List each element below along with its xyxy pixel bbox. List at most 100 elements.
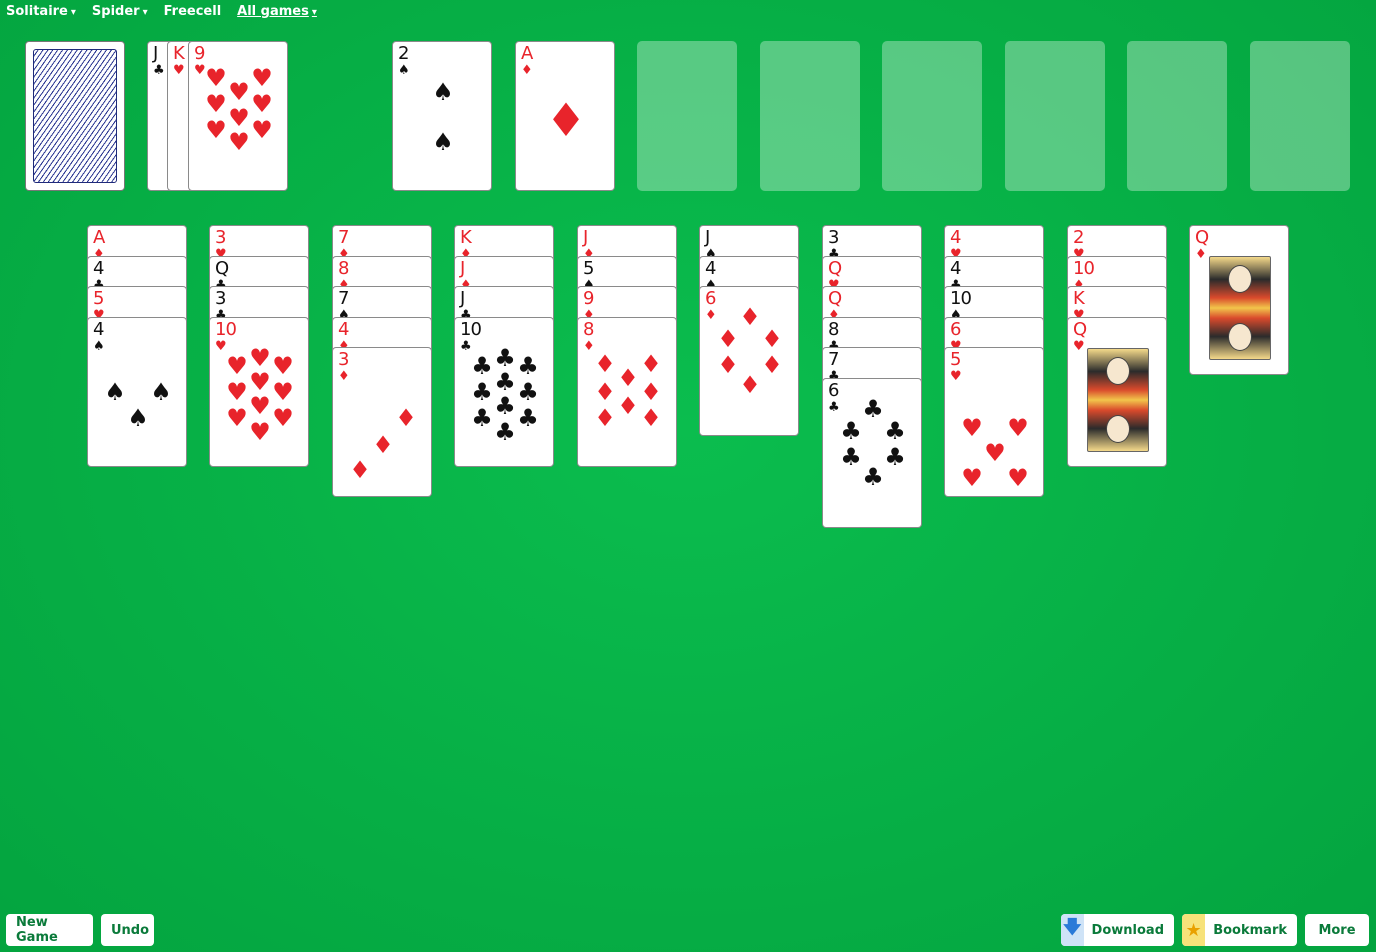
card-rank: Q [1073,318,1087,340]
card-rank: 4 [338,318,349,340]
card-pip: ♦ [594,403,616,432]
card-suit-icon: ♣ [828,399,840,415]
card-pip: ♦ [739,303,761,331]
card-suit-icon: ♥ [194,63,206,78]
face-card-portrait [1087,347,1149,452]
card-pip: ♦ [395,404,417,432]
nav-item-spider[interactable]: Spider ▾ [92,4,148,19]
card-rank: 9 [194,43,205,64]
card-rank: 9 [583,288,594,309]
playing-card[interactable]: 6 ♦ ♦ ♦ ♦ ♦ ♦ ♦ [699,286,799,436]
nav-item-freecell[interactable]: Freecell [164,4,222,19]
card-suit-icon: ♦ [1195,247,1207,262]
playing-card[interactable]: 4 ♠ ♠ ♠ ♠ [87,316,187,467]
card-rank: A [93,227,105,248]
card-rank: A [521,43,533,64]
card-pip: ♣ [471,351,493,380]
empty-foundation-slot[interactable] [760,41,860,191]
playing-card[interactable]: 3 ♦ ♦ ♦ ♦ [332,347,432,497]
card-pip: ♣ [494,343,516,372]
star-icon: ★ [1182,914,1206,946]
card-pip: ♣ [517,403,539,432]
bookmark-label: Bookmark [1213,922,1287,938]
nav-item-solitaire[interactable]: Solitaire ▾ [6,4,76,19]
playing-card[interactable]: 9 ♥ ♥ ♥ ♥ ♥ ♥ ♥ ♥ ♥ ♥ [188,41,288,191]
card-rank: 3 [828,227,839,248]
card-pip: ♠ [150,377,172,406]
card-pip: ♣ [494,367,516,396]
card-pip: ♦ [640,403,662,432]
card-pip: ♣ [862,394,884,423]
playing-card[interactable]: 2 ♠ ♠ ♠ [392,41,492,191]
download-label: Download [1091,922,1164,938]
undo-label: Undo [111,922,150,938]
playing-card[interactable]: 8 ♦ ♦ ♦ ♦ ♦ ♦ ♦ ♦ ♦ [577,316,677,467]
playing-card[interactable]: A ♦ ♦ [515,41,615,191]
download-button[interactable]: 🡇 Download [1061,914,1174,946]
playing-card[interactable]: 10 ♣ ♣ ♣ ♣ ♣ ♣ ♣ ♣ ♣ ♣ ♣ [454,316,554,467]
card-rank: 3 [215,288,226,309]
nav-label: Solitaire [6,4,68,19]
card-rank: 4 [950,257,961,279]
playing-card[interactable]: Q ♥ [1067,316,1167,467]
stock-pile[interactable] [25,41,125,191]
nav-label: Freecell [163,4,222,19]
card-pip: ♥ [249,417,271,446]
card-pip: ♥ [961,414,983,442]
card-rank: 5 [583,257,594,279]
card-rank: 6 [705,288,716,309]
card-pip: ♦ [617,363,639,392]
card-pip: ♦ [761,351,783,379]
card-rank: 7 [338,227,349,248]
bookmark-button[interactable]: ★ Bookmark [1182,914,1297,946]
chevron-down-icon: ▾ [70,7,76,18]
card-suit-icon: ♦ [583,338,595,354]
card-rank: 10 [215,318,237,340]
card-pip: ♠ [432,78,454,106]
card-suit-icon: ♦ [705,308,717,323]
card-pip: ♥ [228,128,250,156]
card-rank: 4 [950,227,961,248]
card-pip: ♣ [471,403,493,432]
card-rank: 10 [950,288,972,309]
card-pip: ♣ [862,462,884,491]
new-game-button[interactable]: New Game [6,914,93,946]
playing-card[interactable]: 6 ♣ ♣ ♣ ♣ ♣ ♣ ♣ [822,377,922,528]
empty-foundation-slot[interactable] [637,41,737,191]
card-rank: 8 [583,318,594,340]
card-suit-icon: ♠ [398,63,410,78]
card-pip: ♦ [372,431,394,459]
card-pip: ♣ [884,416,906,445]
card-pip: ♦ [545,93,587,147]
card-pip: ♥ [205,90,227,118]
empty-foundation-slot[interactable] [882,41,982,191]
card-rank: 4 [93,257,104,279]
more-button[interactable]: More [1305,914,1369,946]
card-pip: ♥ [228,104,250,132]
undo-button[interactable]: Undo [101,914,154,946]
empty-foundation-slot[interactable] [1005,41,1105,191]
nav-item-all-games[interactable]: All games ▾ [237,4,317,19]
card-pip: ♠ [432,128,454,156]
card-rank: 3 [338,349,349,370]
playing-card[interactable]: 10 ♥ ♥ ♥ ♥ ♥ ♥ ♥ ♥ ♥ ♥ ♥ [209,316,309,467]
empty-foundation-slot[interactable] [1127,41,1227,191]
playing-card[interactable]: Q ♦ [1189,225,1289,375]
card-suit-icon: ♦ [521,63,533,78]
playing-card[interactable]: 5 ♥ ♥ ♥ ♥ ♥ ♥ [944,347,1044,497]
card-pip: ♠ [127,403,149,432]
card-pip: ♥ [272,377,294,406]
card-pip: ♦ [617,391,639,420]
card-pip: ♥ [249,343,271,372]
card-pip: ♥ [226,351,248,380]
card-rank: 2 [1073,227,1084,248]
card-rank: 5 [950,349,961,370]
card-pip: ♥ [272,351,294,380]
card-rank: 6 [828,379,839,401]
card-back-pattern [33,49,117,183]
top-navigation: Solitaire ▾ Spider ▾ Freecell All games ▾ [6,4,317,19]
card-pip: ♦ [349,456,371,484]
card-suit-icon: ♥ [1073,338,1085,354]
card-rank: 4 [93,318,104,340]
empty-foundation-slot[interactable] [1250,41,1350,191]
